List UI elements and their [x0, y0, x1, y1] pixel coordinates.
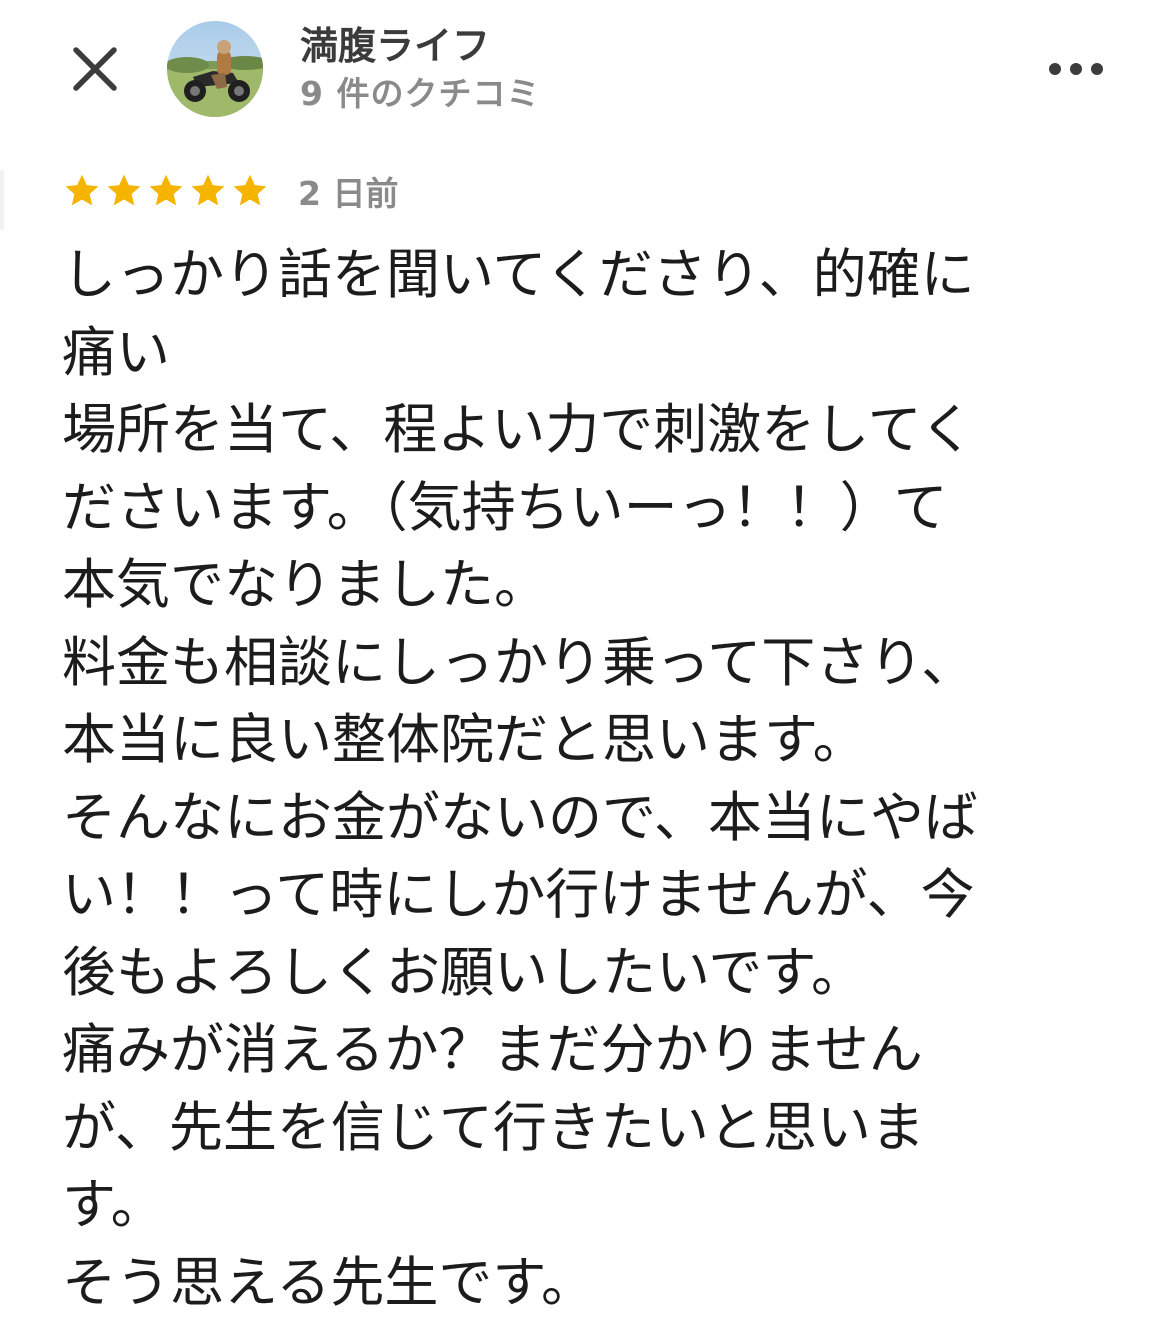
star-icon: [65, 174, 99, 206]
avatar[interactable]: [167, 21, 263, 117]
star-icon: [191, 174, 225, 206]
close-icon: [73, 47, 117, 91]
more-horizontal-icon: [1049, 63, 1103, 75]
star-icon: [149, 174, 183, 206]
rating-row: 2 日前: [62, 168, 398, 214]
star-rating: [62, 171, 270, 211]
more-options-button[interactable]: [1040, 46, 1112, 92]
review-date: 2 日前: [298, 174, 399, 213]
author-name[interactable]: 満腹ライフ: [300, 22, 490, 70]
review-detail-page: 満腹ライフ 9 件のクチコミ 2 日前 しっかり話を聞いてくださり、的確に 痛い…: [0, 0, 1170, 1343]
avatar-photo: [167, 21, 263, 117]
close-button[interactable]: [62, 36, 128, 102]
star-icon: [233, 174, 267, 206]
review-body-text: しっかり話を聞いてくださり、的確に 痛い 場所を当て、程よい力で刺激をしてく だ…: [62, 243, 978, 1314]
edge-divider: [0, 170, 4, 230]
author-review-count: 9 件のクチコミ: [300, 74, 541, 113]
star-icon: [107, 174, 141, 206]
